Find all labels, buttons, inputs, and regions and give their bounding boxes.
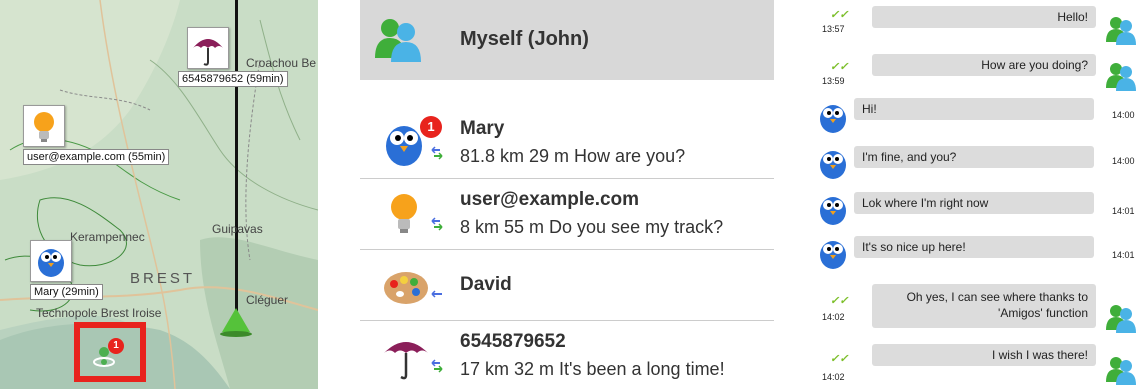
map-marker-user-example[interactable] — [23, 105, 65, 147]
sync-arrows-icon — [431, 217, 443, 231]
contact-info: 17 km 32 m It's been a long time! — [460, 359, 725, 379]
contact-info: 8 km 55 m Do you see my track? — [460, 217, 724, 237]
contact-avatar — [380, 331, 436, 387]
contact-row-user-example[interactable]: user@example.com 8 km 55 m Do you see my… — [360, 179, 774, 250]
message-text: I wish I was there! — [991, 348, 1088, 362]
message-bubble[interactable]: Oh yes, I can see where thanks to 'Amigo… — [872, 284, 1096, 328]
bird-icon — [820, 105, 846, 133]
sent-checkmark-icon: ✓✓ — [830, 9, 849, 21]
header-title: Myself (John) — [460, 28, 589, 50]
bird-icon — [820, 241, 846, 269]
lightbulb-icon — [34, 112, 54, 142]
messenger-people-icon — [1106, 63, 1136, 91]
message-time: 14:00 — [1112, 110, 1135, 120]
contact-row-mary[interactable]: 1 Mary 81.8 km 29 m How are you? — [360, 108, 774, 179]
unread-badge: 1 — [420, 116, 442, 138]
messenger-people-icon — [375, 19, 421, 62]
palette-icon — [384, 272, 428, 304]
sent-checkmark-icon: ✓✓ — [830, 295, 849, 307]
map-marker-caption-mary: Mary (29min) — [30, 284, 103, 300]
map-marker-caption-6545879652: 6545879652 (59min) — [178, 71, 288, 87]
chat-message-incoming: It's so nice up here! 14:01 — [812, 234, 1146, 274]
message-text: Hello! — [1057, 10, 1088, 24]
sent-checkmark-icon: ✓✓ — [830, 61, 849, 73]
message-text: Hi! — [862, 102, 877, 116]
contact-avatar — [380, 189, 436, 245]
message-bubble[interactable]: I'm fine, and you? — [854, 146, 1094, 168]
map-label-cleguer: Cléguer — [246, 293, 289, 307]
map-label-croachou: Croachou Be — [246, 56, 317, 70]
message-time: 14:02 — [822, 312, 845, 322]
track-end-marker — [222, 308, 250, 332]
contact-row-david[interactable]: David — [360, 250, 774, 321]
bird-icon — [820, 151, 846, 179]
contact-info: 81.8 km 29 m How are you? — [460, 146, 686, 166]
message-time: 14:01 — [1112, 250, 1135, 260]
message-bubble[interactable]: How are you doing? — [872, 54, 1096, 76]
message-time: 14:00 — [1112, 156, 1135, 166]
map-marker-6545879652[interactable] — [187, 27, 229, 69]
contacts-panel: Myself (John) 1 Mary 81.8 km 29 m How ar… — [360, 0, 774, 389]
contact-name: 6545879652 — [460, 331, 566, 352]
contact-name: David — [460, 274, 512, 295]
sync-arrows-icon — [431, 146, 443, 160]
map-label-brest: BREST — [130, 270, 196, 287]
sync-arrows-icon — [431, 290, 442, 298]
map-marker-mary[interactable] — [30, 240, 72, 282]
map-panel[interactable]: Croachou Be Kerampennec Guipavas BREST C… — [0, 0, 318, 389]
map-label-kerampennec: Kerampennec — [70, 230, 145, 244]
chat-message-outgoing: ✓✓ 13:59 How are you doing? — [812, 52, 1146, 92]
message-bubble[interactable]: Hi! — [854, 98, 1094, 120]
message-bubble[interactable]: I wish I was there! — [872, 344, 1096, 366]
chat-message-outgoing: ✓✓ 13:57 Hello! — [812, 0, 1146, 45]
message-time: 14:02 — [822, 372, 845, 382]
umbrella-icon — [193, 39, 223, 66]
message-text: How are you doing? — [981, 58, 1088, 72]
chat-message-incoming: I'm fine, and you? 14:00 — [812, 142, 1146, 182]
message-time: 13:59 — [822, 76, 845, 86]
message-bubble[interactable]: It's so nice up here! — [854, 236, 1094, 258]
contact-row-6545879652[interactable]: 6545879652 17 km 32 m It's been a long t… — [360, 321, 774, 389]
track-end-shadow — [220, 331, 252, 337]
map-label-guipavas: Guipavas — [212, 222, 263, 236]
sent-checkmark-icon: ✓✓ — [830, 353, 849, 365]
message-time: 13:57 — [822, 24, 845, 34]
chat-message-incoming: Hi! 14:00 — [812, 96, 1146, 136]
chat-panel: ✓✓ 13:57 Hello! ✓✓ 13:59 How are you doi… — [812, 0, 1146, 389]
self-unread-badge: 1 — [108, 338, 124, 354]
bird-icon — [38, 249, 64, 277]
contacts-header[interactable]: Myself (John) — [360, 0, 774, 80]
message-text: Lok where I'm right now — [862, 196, 989, 210]
contact-avatar: 1 — [380, 116, 442, 174]
messenger-people-icon — [1106, 305, 1136, 333]
chat-message-incoming: Lok where I'm right now 14:01 — [812, 188, 1146, 228]
message-bubble[interactable]: Lok where I'm right now — [854, 192, 1094, 214]
chat-message-outgoing: ✓✓ 14:02 Oh yes, I can see where thanks … — [812, 282, 1146, 338]
contact-avatar — [380, 260, 436, 316]
messenger-people-icon — [1106, 17, 1136, 45]
sync-arrows-icon — [431, 359, 443, 373]
message-text: Oh yes, I can see where thanks to 'Amigo… — [906, 290, 1088, 320]
umbrella-icon — [384, 342, 428, 380]
message-bubble[interactable]: Hello! — [872, 6, 1096, 28]
message-text: I'm fine, and you? — [862, 150, 957, 164]
message-time: 14:01 — [1112, 206, 1135, 216]
map-label-technopole: Technopole Brest Iroise — [36, 306, 162, 320]
messenger-people-icon — [1106, 357, 1136, 385]
chat-message-outgoing: ✓✓ 14:02 I wish I was there! — [812, 342, 1146, 388]
contact-name: Mary — [460, 118, 505, 139]
bird-icon — [820, 197, 846, 225]
map-marker-caption-user-example: user@example.com (55min) — [23, 149, 170, 165]
lightbulb-icon — [391, 194, 417, 233]
track-line — [235, 0, 238, 325]
contact-name: user@example.com — [460, 189, 640, 210]
message-text: It's so nice up here! — [862, 240, 966, 254]
